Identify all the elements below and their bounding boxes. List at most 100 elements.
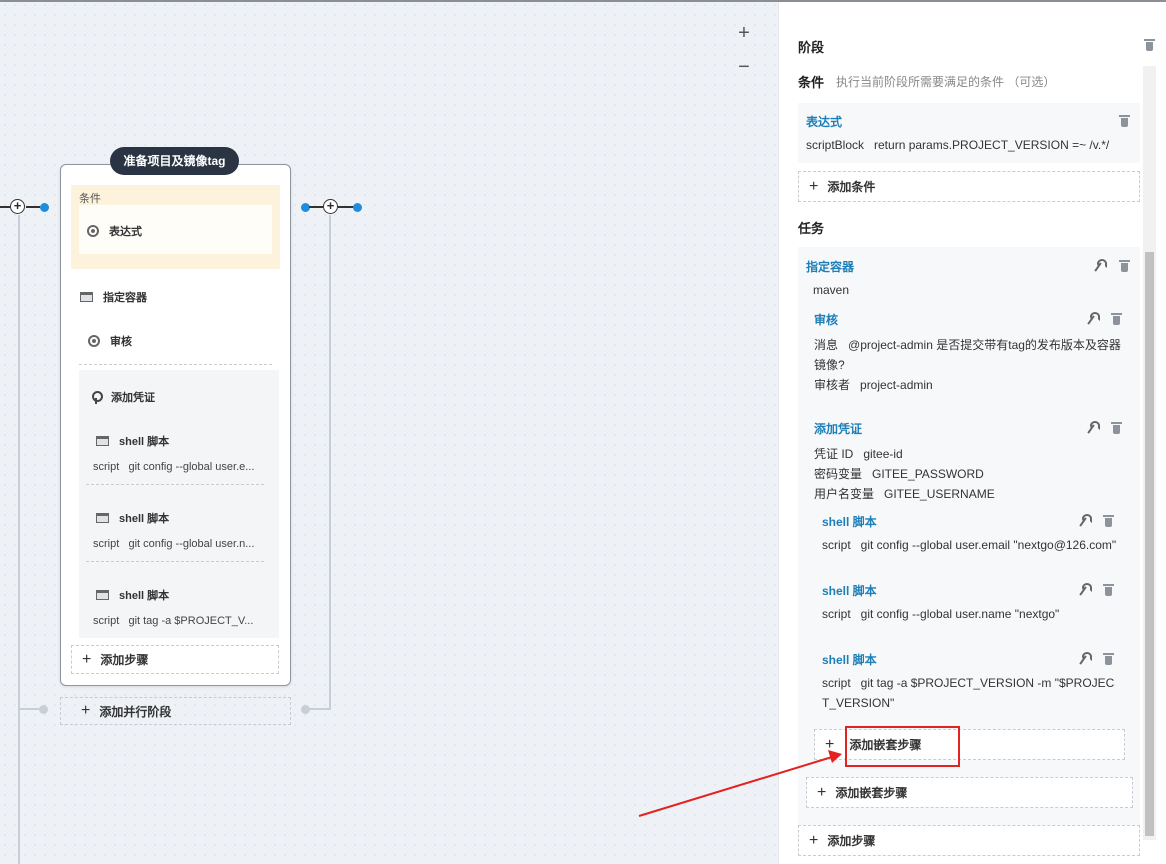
review-step[interactable]: 审核 bbox=[88, 333, 132, 349]
task-heading: 任务 bbox=[798, 221, 825, 236]
shell-script-3: script git tag -a $PROJECT_V... bbox=[93, 615, 254, 627]
shell-script-2: script git config --global user.n... bbox=[93, 538, 255, 550]
add-condition-label: 添加条件 bbox=[827, 180, 876, 194]
credential-username: 用户名变量 GITEE_USERNAME bbox=[814, 487, 995, 501]
shell-script-2: script git config --global user.name "nex… bbox=[822, 607, 1060, 621]
shell-step-label: shell 脚本 bbox=[119, 436, 170, 448]
shell-script-1: script git config --global user.email "ne… bbox=[822, 538, 1117, 552]
stage-heading: 阶段 bbox=[798, 40, 825, 55]
stage-title[interactable]: 准备项目及镜像tag bbox=[110, 147, 239, 175]
add-step-label: 添加步骤 bbox=[100, 653, 149, 667]
delete-expression-icon[interactable] bbox=[1119, 114, 1130, 127]
condition-expression-box[interactable]: 表达式 bbox=[79, 205, 272, 254]
right-connector-line bbox=[329, 215, 331, 710]
key-icon bbox=[91, 390, 103, 404]
right-end-dot bbox=[353, 203, 362, 212]
divider bbox=[86, 484, 264, 485]
plus-icon: + bbox=[825, 735, 835, 753]
edit-container-icon[interactable] bbox=[1092, 259, 1107, 272]
edit-shell-icon[interactable] bbox=[1077, 652, 1092, 665]
terminal-icon bbox=[96, 513, 109, 523]
delete-shell-icon[interactable] bbox=[1103, 514, 1114, 527]
shell-step-1[interactable]: shell 脚本 bbox=[96, 433, 169, 449]
delete-credential-icon[interactable] bbox=[1111, 421, 1122, 434]
expression-step[interactable]: 表达式 bbox=[87, 223, 142, 239]
delete-stage-icon[interactable] bbox=[1144, 38, 1155, 51]
left-add-node[interactable]: + bbox=[10, 199, 25, 214]
credential-title[interactable]: 添加凭证 bbox=[814, 420, 862, 437]
add-condition-button[interactable]: + 添加条件 bbox=[798, 171, 1140, 202]
add-step-button[interactable]: + 添加步骤 bbox=[71, 645, 279, 674]
divider bbox=[79, 364, 272, 365]
container-value: maven bbox=[813, 283, 850, 297]
edit-credential-icon[interactable] bbox=[1085, 421, 1100, 434]
plus-icon: + bbox=[809, 831, 819, 849]
edit-shell-icon[interactable] bbox=[1077, 583, 1092, 596]
left-bottom-connector bbox=[18, 708, 40, 710]
edit-shell-icon[interactable] bbox=[1077, 514, 1092, 527]
add-parallel-stage-button[interactable]: + 添加并行阶段 bbox=[60, 697, 291, 725]
delete-shell-icon[interactable] bbox=[1103, 652, 1114, 665]
container-step[interactable]: 指定容器 bbox=[80, 289, 147, 305]
right-link-line-2 bbox=[338, 206, 354, 208]
shell-title-3[interactable]: shell 脚本 bbox=[822, 651, 877, 668]
zoom-in-button[interactable]: + bbox=[733, 22, 755, 44]
delete-container-icon[interactable] bbox=[1119, 259, 1130, 272]
highlight-box bbox=[845, 726, 960, 767]
add-nested-step-outer-button[interactable]: + 添加嵌套步骤 bbox=[806, 777, 1133, 808]
zoom-out-button[interactable]: − bbox=[733, 56, 755, 78]
add-parallel-label: 添加并行阶段 bbox=[99, 704, 172, 719]
review-message: 消息 @project-admin 是否提交带有tag的发布版本及容器 bbox=[814, 338, 1121, 352]
expression-icon bbox=[87, 225, 99, 237]
left-link-line-2 bbox=[26, 206, 40, 208]
terminal-icon bbox=[96, 436, 109, 446]
review-step-label: 审核 bbox=[110, 336, 132, 348]
edit-review-icon[interactable] bbox=[1085, 312, 1100, 325]
shell-title-2[interactable]: shell 脚本 bbox=[822, 582, 877, 599]
expression-step-label: 表达式 bbox=[109, 226, 142, 238]
left-connector-line bbox=[18, 215, 20, 864]
terminal-icon bbox=[96, 590, 109, 600]
expression-title[interactable]: 表达式 bbox=[806, 113, 842, 130]
plus-icon: + bbox=[817, 783, 827, 801]
panel-scrollbar-thumb[interactable] bbox=[1145, 252, 1154, 836]
right-bottom-dot bbox=[301, 705, 310, 714]
review-reviewer: 审核者 project-admin bbox=[814, 378, 933, 392]
credential-id: 凭证 ID gitee-id bbox=[814, 447, 903, 461]
delete-shell-icon[interactable] bbox=[1103, 583, 1114, 596]
review-title[interactable]: 审核 bbox=[814, 311, 838, 328]
shell-script-3: script git tag -a $PROJECT_VERSION -m "$P… bbox=[822, 676, 1115, 690]
shell-step-label: shell 脚本 bbox=[119, 513, 170, 525]
shell-script-3-cont: T_VERSION" bbox=[822, 696, 895, 710]
container-step-label: 指定容器 bbox=[103, 292, 147, 304]
left-link-line bbox=[0, 206, 10, 208]
credential-step[interactable]: 添加凭证 bbox=[91, 389, 155, 405]
divider bbox=[86, 561, 264, 562]
shell-step-label: shell 脚本 bbox=[119, 590, 170, 602]
stage-card[interactable]: 条件 表达式 指定容器 审核 添加凭证 shell 脚本 script git … bbox=[60, 164, 291, 686]
review-message-cont: 镜像? bbox=[814, 358, 845, 372]
delete-review-icon[interactable] bbox=[1111, 312, 1122, 325]
left-bottom-dot bbox=[39, 705, 48, 714]
container-title[interactable]: 指定容器 bbox=[806, 258, 854, 275]
shell-script-1: script git config --global user.e... bbox=[93, 461, 255, 473]
condition-box[interactable]: 条件 表达式 bbox=[71, 185, 280, 269]
shell-step-3[interactable]: shell 脚本 bbox=[96, 587, 169, 603]
review-icon bbox=[88, 335, 100, 347]
plus-icon: + bbox=[82, 650, 92, 668]
left-connector-dot bbox=[40, 203, 49, 212]
add-step-panel-label: 添加步骤 bbox=[827, 834, 876, 848]
expression-detail: scriptBlock return params.PROJECT_VERSION… bbox=[806, 138, 1110, 152]
add-nested-outer-label: 添加嵌套步骤 bbox=[835, 786, 908, 800]
condition-hint: 执行当前阶段所需要满足的条件 （可选） bbox=[836, 75, 1056, 89]
plus-icon: + bbox=[81, 702, 91, 719]
condition-heading: 条件 bbox=[798, 75, 825, 90]
expression-card[interactable] bbox=[798, 103, 1140, 163]
right-add-node[interactable]: + bbox=[323, 199, 338, 214]
add-step-panel-button[interactable]: + 添加步骤 bbox=[798, 825, 1140, 856]
right-link-line bbox=[309, 206, 323, 208]
condition-label: 条件 bbox=[79, 193, 101, 205]
shell-title-1[interactable]: shell 脚本 bbox=[822, 513, 877, 530]
shell-step-2[interactable]: shell 脚本 bbox=[96, 510, 169, 526]
credential-step-label: 添加凭证 bbox=[111, 392, 155, 404]
